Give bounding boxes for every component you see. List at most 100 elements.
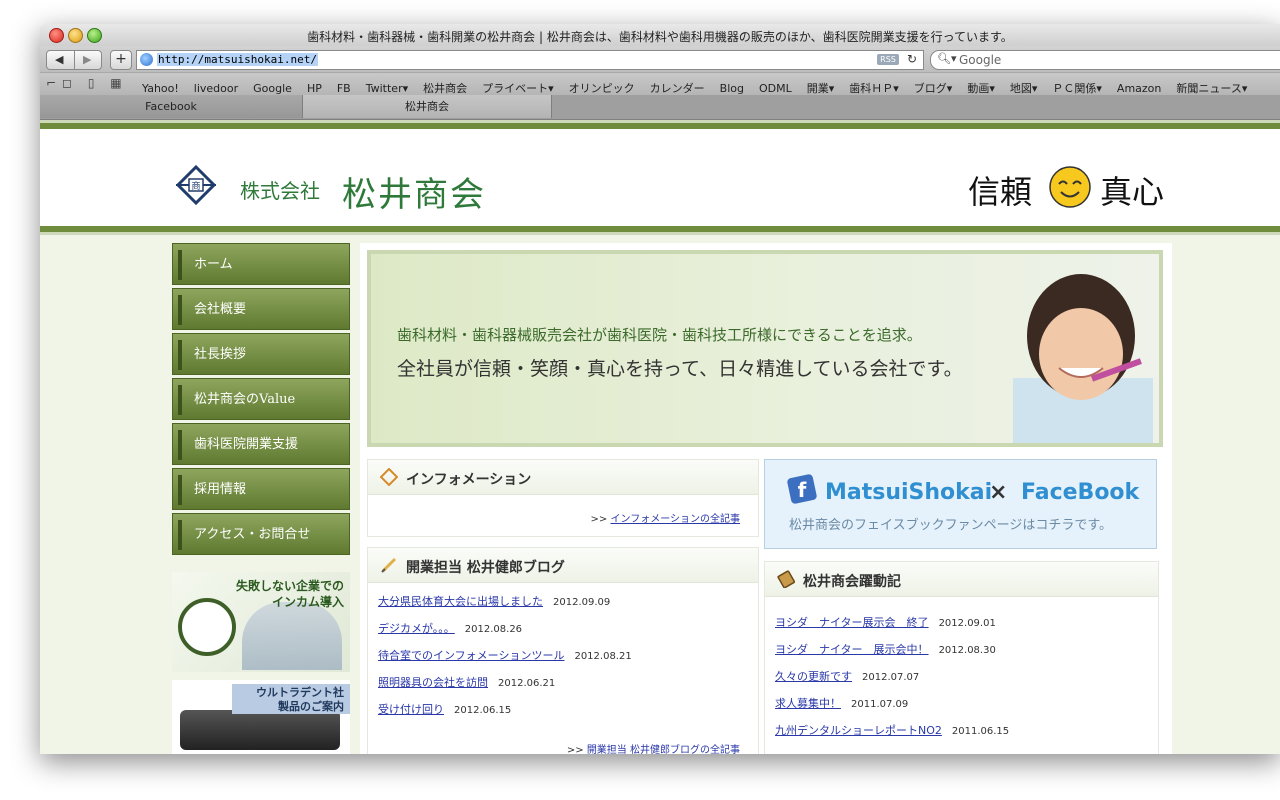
list-item: 久々の更新です 2012.07.07 <box>775 668 919 684</box>
bookmark-item[interactable]: Yahoo! <box>142 82 179 95</box>
page-content: ホーム 会社概要 社長挨拶 松井商会のValue 歯科医院開業支援 採用情報 ア… <box>170 238 1172 754</box>
article-link[interactable]: ヨシダ ナイター 展示会中！ <box>775 643 929 656</box>
list-item: 受け付け回り 2012.06.15 <box>378 701 511 717</box>
nav-clinic-opening-support[interactable]: 歯科医院開業支援 <box>172 423 350 465</box>
search-icon: 🔍︎▾ <box>937 52 957 65</box>
smiling-child-photo <box>1013 274 1153 443</box>
bookmark-list: Yahoo! livedoor Google HP FB Twitter▾ 松井商会 プライベ… <box>142 77 1262 95</box>
list-item: ヨシダ ナイター展示会 終了 2012.09.01 <box>775 614 996 630</box>
side-navigation: ホーム 会社概要 社長挨拶 松井商会のValue 歯科医院開業支援 採用情報 ア… <box>172 243 350 558</box>
article-link[interactable]: 大分県民体育大会に出場しました <box>378 595 543 608</box>
bookmark-item[interactable]: 開業▾ <box>807 80 835 95</box>
headset-icon <box>178 598 236 656</box>
nav-home[interactable]: ホーム <box>172 243 350 285</box>
bookmark-item[interactable]: 松井商会 <box>423 80 467 95</box>
tab-bar: Facebook 松井商会 <box>40 95 1280 120</box>
smiley-face-icon <box>1049 166 1091 208</box>
article-link[interactable]: 照明器具の会社を訪問 <box>378 676 488 689</box>
article-link[interactable]: 待合室でのインフォメーションツール <box>378 649 564 662</box>
information-panel: インフォメーション >> インフォメーションの全記事 <box>367 459 759 537</box>
nav-access-contact[interactable]: アクセス・お問合せ <box>172 513 350 555</box>
blog-more: >> 開業担当 松井健郎ブログの全記事 <box>567 741 740 754</box>
blog-all-link[interactable]: 開業担当 松井健郎ブログの全記事 <box>587 745 740 754</box>
list-item: 求人募集中！ 2011.07.09 <box>775 695 908 711</box>
bookmark-item[interactable]: オリンピック <box>569 80 635 95</box>
article-date: 2012.09.01 <box>938 618 996 629</box>
logo-company-name[interactable]: 松井商会 <box>342 167 486 216</box>
article-link[interactable]: 九州デンタルショーレポートNO2 <box>775 724 942 737</box>
bookmark-item[interactable]: Google <box>253 82 292 95</box>
bookmark-item[interactable]: Blog <box>720 82 744 95</box>
nav-company-profile[interactable]: 会社概要 <box>172 288 350 330</box>
company-logo-icon[interactable]: 商 <box>176 165 216 205</box>
title-bar: 歯科材料・歯科器械・歯科開業の松井商会 | 松井商会は、歯科材料や歯科用機器の販… <box>40 24 1280 46</box>
motto-trust: 信頼 <box>968 173 1033 211</box>
bookmark-item[interactable]: ブログ▾ <box>914 80 953 95</box>
bookmark-item[interactable]: カレンダー <box>650 80 705 95</box>
article-link[interactable]: デジカメが。。。 <box>378 622 455 635</box>
bookmark-item[interactable]: livedoor <box>194 82 238 95</box>
facebook-banner[interactable]: f MatsuiShokai × FaceBook 松井商会のフェイスブックファ… <box>764 459 1157 549</box>
address-bar[interactable]: http://matsuishokai.net/ RSS ↻ <box>136 50 924 70</box>
hero-tagline: 歯科材料・歯科器械販売会社が歯科医院・歯科技工所様にできることを追求。 <box>397 326 922 344</box>
nav-recruitment[interactable]: 採用情報 <box>172 468 350 510</box>
facebook-banner-brand: MatsuiShokai <box>825 480 993 505</box>
article-date: 2012.06.15 <box>454 705 512 716</box>
search-field[interactable]: 🔍︎▾ Google <box>930 50 1280 70</box>
reload-icon[interactable]: ↻ <box>907 52 917 66</box>
activity-header: 松井商会躍動記 <box>765 562 1158 597</box>
list-item: 照明器具の会社を訪問 2012.06.21 <box>378 674 555 690</box>
dental-device-photo <box>180 710 340 750</box>
article-date: 2011.06.15 <box>951 726 1010 737</box>
nav-value[interactable]: 松井商会のValue <box>172 378 350 420</box>
back-button[interactable]: ◀ <box>55 53 63 66</box>
add-bookmark-button[interactable]: + <box>110 50 132 70</box>
article-date: 2012.08.30 <box>938 645 996 656</box>
article-date: 2012.06.21 <box>498 678 556 689</box>
bookmark-item[interactable]: 地図▾ <box>1010 80 1038 95</box>
dentist-photo <box>242 602 342 670</box>
bookmark-item[interactable]: 歯科ＨＰ▾ <box>849 80 899 95</box>
ultradent-banner[interactable]: ウルトラデント社 製品のご案内 <box>172 680 350 754</box>
browser-toolbar: ◀ ▶ + http://matsuishokai.net/ RSS ↻ 🔍︎▾… <box>40 46 1280 72</box>
article-link[interactable]: 求人募集中！ <box>775 697 841 710</box>
window-title: 歯科材料・歯科器械・歯科開業の松井商会 | 松井商会は、歯科材料や歯科用機器の販… <box>307 30 1013 44</box>
reading-list-icon[interactable]: ⌐◻ ▯ ▦ <box>46 76 128 90</box>
more-prefix: >> <box>566 745 584 754</box>
article-link[interactable]: 久々の更新です <box>775 670 852 683</box>
article-date: 2012.07.07 <box>862 672 920 683</box>
tab-matsuishokai[interactable]: 松井商会 <box>302 95 552 118</box>
bookmark-item[interactable]: ODML <box>759 82 792 95</box>
globe-icon <box>140 53 153 66</box>
forward-button[interactable]: ▶ <box>83 53 91 66</box>
activity-panel: 松井商会躍動記 ヨシダ ナイター展示会 終了 2012.09.01 ヨシダ ナイター… <box>764 561 1159 754</box>
information-all-link[interactable]: インフォメーションの全記事 <box>611 514 741 525</box>
nav-buttons: ◀ ▶ <box>46 50 102 70</box>
information-title: インフォメーション <box>406 472 532 488</box>
browser-window: 歯科材料・歯科器械・歯科開業の松井商会 | 松井商会は、歯科材料や歯科用機器の販… <box>40 24 1280 754</box>
nav-president-greeting[interactable]: 社長挨拶 <box>172 333 350 375</box>
intercom-banner[interactable]: 失敗しない企業での インカム導入 <box>172 572 350 672</box>
article-date: 2012.09.09 <box>553 597 611 608</box>
bookmark-item[interactable]: Twitter▾ <box>366 82 408 95</box>
tab-facebook[interactable]: Facebook <box>40 95 302 118</box>
bookmark-item[interactable]: ＰＣ関係▾ <box>1052 80 1102 95</box>
web-page: 商 株式会社 松井商会 信頼 真心 ホーム 会社概要 社長挨拶 松井商会のVal… <box>40 120 1280 754</box>
header-bottom-border <box>40 226 1280 235</box>
bookmark-item[interactable]: HP <box>307 82 322 95</box>
bookmark-item[interactable]: プライベート▾ <box>482 80 554 95</box>
list-item: 九州デンタルショーレポートNO2 2011.06.15 <box>775 722 1009 738</box>
facebook-banner-times: × <box>989 480 1008 505</box>
article-link[interactable]: 受け付け回り <box>378 703 444 716</box>
rss-button[interactable]: RSS <box>877 54 899 65</box>
bookmark-item[interactable]: 動画▾ <box>967 80 995 95</box>
bookmark-item[interactable]: Amazon <box>1117 82 1161 95</box>
url-text[interactable]: http://matsuishokai.net/ <box>157 53 318 66</box>
bookmark-item[interactable]: FB <box>337 82 351 95</box>
motto-sincerity: 真心 <box>1100 173 1165 211</box>
header-top-border <box>40 120 1280 129</box>
bookmark-item[interactable]: 新聞ニュース▾ <box>1176 80 1247 95</box>
bookmarks-bar: ⌐◻ ▯ ▦ Yahoo! livedoor Google HP FB Twitter▾ 松… <box>40 72 1280 95</box>
list-item: 待合室でのインフォメーションツール 2012.08.21 <box>378 647 632 663</box>
article-link[interactable]: ヨシダ ナイター展示会 終了 <box>775 616 929 629</box>
